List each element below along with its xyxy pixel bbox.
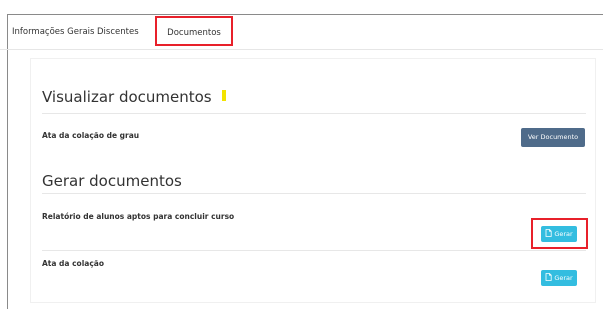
tab-discentes[interactable]: Discentes bbox=[97, 14, 139, 50]
divider bbox=[42, 250, 586, 251]
gerar-ata-button[interactable]: Gerar bbox=[541, 270, 577, 286]
document-row-label-ata-colacao: Ata da colação bbox=[42, 259, 104, 268]
tab-bar: Informações Gerais Discentes Documentos bbox=[0, 14, 603, 50]
tab-documentos[interactable]: Documentos bbox=[155, 16, 233, 46]
ver-documento-button[interactable]: Ver Documento bbox=[521, 128, 585, 147]
gerar-button-label: Gerar bbox=[554, 274, 573, 282]
document-row-label-relatorio: Relatório de alunos aptos para concluir … bbox=[42, 212, 235, 221]
document-icon bbox=[545, 273, 552, 283]
highlight-annotation bbox=[531, 218, 588, 249]
tab-informacoes-gerais[interactable]: Informações Gerais bbox=[12, 14, 94, 50]
divider bbox=[42, 113, 586, 114]
document-row-label-ata-colacao-grau: Ata da colação de grau bbox=[42, 131, 140, 140]
section-title-visualizar: Visualizar documentos bbox=[42, 88, 212, 106]
section-title-gerar: Gerar documentos bbox=[42, 172, 182, 190]
divider bbox=[42, 193, 586, 194]
text-cursor-marker bbox=[222, 90, 226, 101]
